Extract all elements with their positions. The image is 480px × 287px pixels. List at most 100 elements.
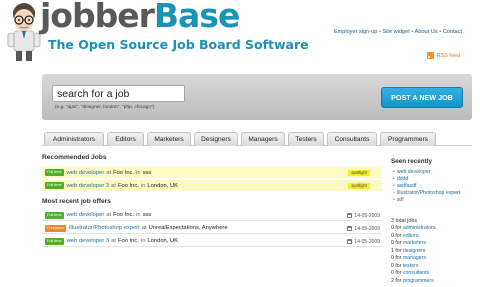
in-label: in — [140, 182, 146, 189]
list-item: Full-time web developer at Foo Inc. in s… — [42, 167, 382, 178]
search-hint: (e.g. "ajax", "designer, london", "php, … — [55, 105, 155, 110]
rss-label: RSS feed — [436, 52, 460, 59]
tab-programmers[interactable]: Programmers — [380, 132, 436, 146]
job-title-link[interactable]: web developer 3 — [67, 183, 110, 189]
category-link[interactable]: administrators — [403, 225, 436, 231]
tab-consultants[interactable]: Consultants — [327, 132, 377, 146]
category-link[interactable]: editors — [403, 233, 419, 239]
tab-marketers[interactable]: Marketers — [147, 132, 191, 146]
job-date: 14-05-2009 — [347, 236, 380, 247]
job-date: 14-05-2009 — [347, 223, 380, 234]
job-type-badge: Full-time — [45, 182, 64, 189]
list-item: Full-time web developer 3 at Foo Inc. in… — [42, 236, 382, 247]
category-count: 1 for designers — [391, 247, 426, 254]
category-count: 0 for consultants — [391, 270, 430, 276]
tab-administrators[interactable]: Administrators — [44, 132, 104, 146]
category-link[interactable]: consultants — [403, 270, 429, 276]
category-count: 0 for administrators — [391, 225, 436, 231]
category-count-list: 0 for administrators 0 for editors 0 for… — [391, 225, 476, 285]
category-count: 0 for marketers — [391, 240, 426, 246]
logo-suffix: Base — [153, 0, 240, 35]
rss-feed-link[interactable]: RSS feed — [427, 52, 460, 59]
about-us-link[interactable]: About Us — [415, 29, 438, 35]
in-label: in — [140, 238, 146, 244]
calendar-icon — [347, 239, 353, 244]
search-input[interactable] — [52, 85, 185, 102]
seen-item[interactable]: • sdf — [393, 197, 475, 204]
category-count: 0 for testers — [391, 262, 419, 269]
link-separator: • — [439, 29, 442, 35]
seen-recently-title: Seen recently — [391, 158, 432, 165]
at-label: at — [106, 169, 112, 176]
company-name: Foo Inc. — [113, 212, 135, 218]
recommended-title: Recommended Jobs — [42, 154, 107, 161]
mascot-icon — [7, 3, 41, 61]
job-type-badge: Full-time — [45, 169, 64, 176]
category-count: 0 for managers — [391, 255, 426, 261]
company-name: Foo Inc. — [117, 182, 139, 189]
at-label: at — [106, 212, 112, 218]
company-name: Foo Inc. — [113, 169, 135, 176]
category-link[interactable]: programmers — [403, 278, 434, 284]
job-location: sss — [142, 212, 152, 218]
post-job-button[interactable]: POST A NEW JOB — [381, 87, 463, 108]
category-link[interactable]: testers — [403, 263, 419, 269]
at-label: at — [111, 182, 116, 189]
job-type-badge: Full-time — [45, 237, 64, 245]
link-separator: • — [378, 29, 381, 35]
category-tabs: Administrators Editors Marketers Designe… — [42, 131, 472, 146]
site-widget-link[interactable]: Site widget — [382, 29, 409, 35]
job-type-badge: Freelance — [45, 224, 66, 232]
job-location: sss — [142, 169, 152, 176]
company-name: Foo Inc. — [117, 238, 139, 244]
recent-title: Most recent job offers — [42, 198, 111, 205]
rss-icon — [427, 52, 435, 59]
tab-editors[interactable]: Editors — [107, 132, 144, 146]
job-type-badge: Full-time — [45, 211, 64, 219]
seen-item[interactable]: • Illustrator/Photoshop expert — [393, 190, 475, 197]
list-item: Full-time web developer 3 at Foo Inc. in… — [42, 180, 382, 191]
employer-signup-link[interactable]: Employer sign-up — [334, 29, 378, 35]
at-label: at — [111, 238, 116, 244]
job-location: London, UK — [147, 182, 179, 189]
at-label: at — [141, 225, 147, 231]
tab-managers[interactable]: Managers — [241, 132, 285, 146]
in-label: in — [136, 212, 141, 218]
search-bar: (e.g. "ajax", "designer, london", "php, … — [42, 74, 472, 120]
spotlight-tag: spotlight — [348, 182, 370, 189]
job-location: London, UK — [147, 238, 179, 244]
site-tagline: The Open Source Job Board Software — [48, 37, 309, 52]
date-text: 14-05-2009 — [354, 225, 380, 232]
job-title-link[interactable]: web developer — [67, 170, 105, 176]
top-links: Employer sign-up • Site widget • About U… — [334, 29, 462, 35]
site-logo[interactable]: jobberBase — [40, 0, 240, 35]
calendar-icon — [347, 226, 353, 231]
seen-item[interactable]: • web developer — [393, 169, 475, 176]
link-separator: • — [411, 29, 414, 35]
logo-prefix: jobber — [40, 0, 155, 35]
company-name: UnrealExpectations, Anywhere — [148, 225, 228, 231]
category-count: 0 for editors — [391, 232, 419, 239]
job-title-link[interactable]: web developer — [67, 212, 105, 218]
contact-link[interactable]: Contact — [443, 29, 462, 35]
total-jobs: 3 total jobs — [391, 218, 418, 224]
job-title-link[interactable]: Illustrator/Photoshop expert — [69, 225, 140, 231]
tab-testers[interactable]: Testers — [288, 132, 324, 146]
list-item: Full-time web developer at Foo Inc. in s… — [42, 210, 382, 221]
tab-designers[interactable]: Designers — [194, 132, 238, 146]
date-text: 14-05-2009 — [354, 238, 380, 245]
category-count: 2 for programmers — [391, 277, 434, 284]
date-text: 14-05-2009 — [354, 212, 380, 219]
in-label: in — [136, 169, 141, 176]
category-link[interactable]: managers — [403, 255, 426, 261]
category-link[interactable]: designers — [403, 248, 426, 254]
category-link[interactable]: marketers — [403, 240, 426, 246]
seen-recently-list: • web developer • dddd • asdfasdf • Illustra… — [393, 169, 475, 204]
seen-item[interactable]: • dddd — [393, 176, 475, 183]
spotlight-tag: spotlight — [348, 169, 370, 176]
list-item: Freelance Illustrator/Photoshop expert a… — [42, 223, 382, 234]
calendar-icon — [347, 213, 353, 218]
job-title-link[interactable]: web developer 3 — [67, 238, 110, 244]
job-date: 14-05-2009 — [347, 210, 380, 221]
seen-item[interactable]: • asdfasdf — [393, 183, 475, 190]
